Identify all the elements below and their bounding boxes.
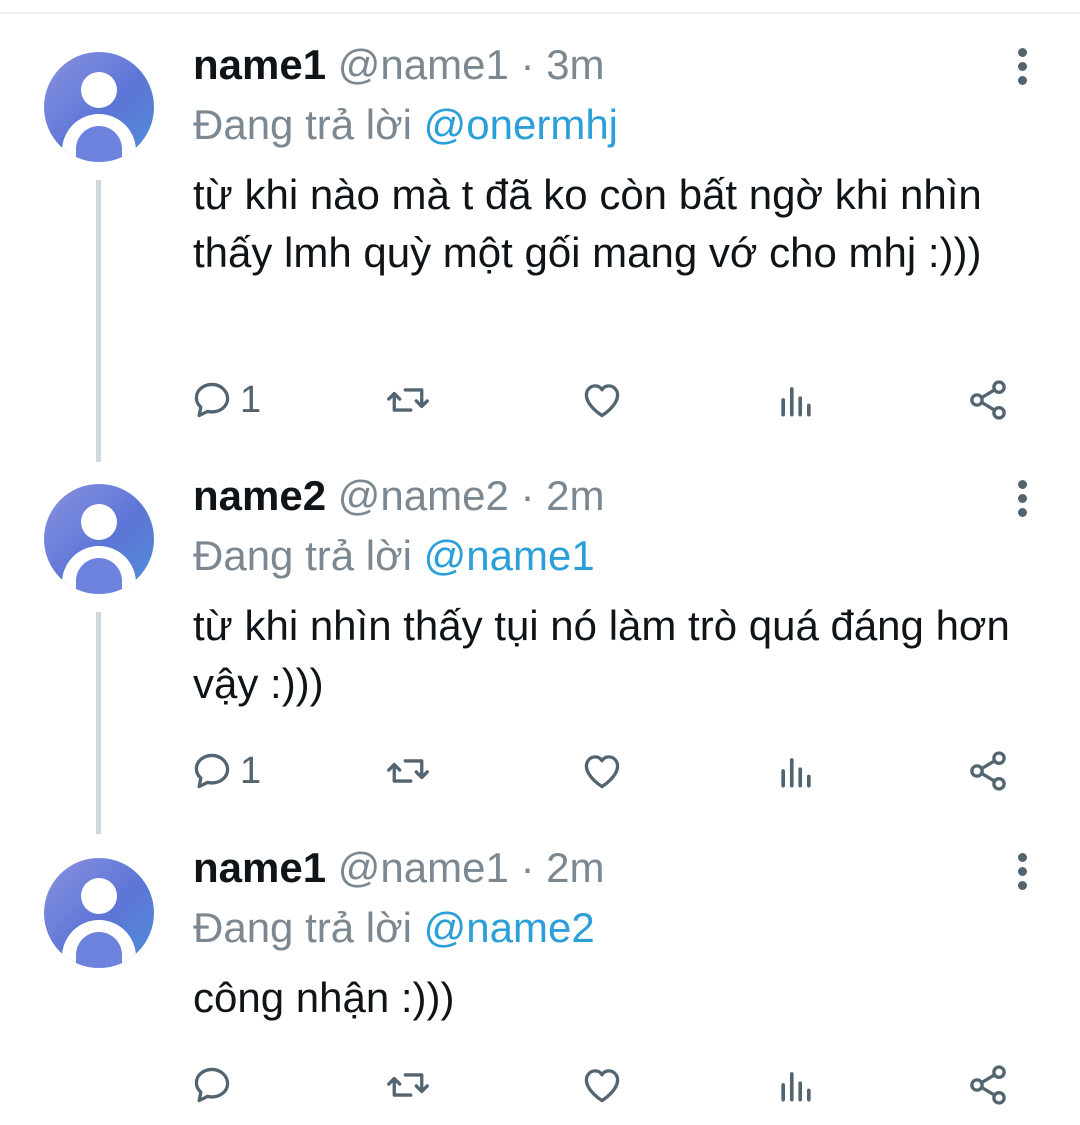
retweet-button[interactable]: [386, 375, 430, 425]
retweet-button[interactable]: [386, 746, 430, 796]
share-icon: [970, 751, 1006, 791]
display-name[interactable]: name2: [193, 472, 326, 519]
replying-to: Đang trả lời @onermhj: [193, 100, 1040, 150]
action-bar: [190, 1060, 1050, 1110]
retweet-icon: [387, 388, 429, 412]
avatar[interactable]: [44, 858, 154, 968]
action-bar: 1: [190, 375, 1050, 425]
reply-button[interactable]: [190, 1060, 240, 1110]
reply-icon: [194, 1067, 230, 1103]
reply-button[interactable]: 1: [190, 375, 261, 425]
like-button[interactable]: [580, 375, 624, 425]
thread-connector-line: [96, 180, 101, 462]
timestamp[interactable]: 2m: [546, 844, 604, 891]
display-name[interactable]: name1: [193, 844, 326, 891]
user-handle[interactable]: @name1: [338, 844, 509, 891]
like-button[interactable]: [580, 1060, 624, 1110]
like-button[interactable]: [580, 746, 624, 796]
views-icon: [781, 387, 811, 417]
display-name[interactable]: name1: [193, 41, 326, 88]
replying-to: Đang trả lời @name2: [193, 903, 1040, 953]
views-button[interactable]: [774, 375, 818, 425]
heart-icon: [584, 755, 620, 789]
reply-count: 1: [240, 749, 262, 792]
user-handle[interactable]: @name2: [338, 472, 509, 519]
views-icon: [781, 758, 811, 788]
avatar[interactable]: [44, 484, 154, 594]
tweet-text: công nhận :))): [193, 974, 455, 1021]
views-icon: [781, 1072, 811, 1102]
reply-to-handle[interactable]: @onermhj: [424, 101, 618, 148]
heart-icon: [584, 384, 620, 418]
reply-prefix: Đang trả lời: [193, 904, 412, 951]
reply-prefix: Đang trả lời: [193, 532, 412, 579]
views-button[interactable]: [774, 746, 818, 796]
reply-prefix: Đang trả lời: [193, 101, 412, 148]
tweet-header: name1 @name1 · 3m: [193, 40, 1040, 90]
reply-count: 1: [240, 378, 262, 421]
share-button[interactable]: [966, 1060, 1010, 1110]
tweet-header: name1 @name1 · 2m: [193, 843, 1040, 893]
share-icon: [970, 1065, 1006, 1105]
reply-icon: [194, 382, 230, 418]
reply-icon: [194, 753, 230, 789]
timestamp[interactable]: 2m: [546, 472, 604, 519]
share-button[interactable]: [966, 746, 1010, 796]
user-handle[interactable]: @name1: [338, 41, 509, 88]
timestamp[interactable]: 3m: [546, 41, 604, 88]
thread-connector-line: [96, 612, 101, 834]
action-bar: 1: [190, 746, 1050, 796]
tweet-header: name2 @name2 · 2m: [193, 471, 1040, 521]
replying-to: Đang trả lời @name1: [193, 531, 1040, 581]
share-icon: [970, 380, 1006, 420]
retweet-icon: [387, 759, 429, 783]
reply-to-handle[interactable]: @name2: [424, 904, 595, 951]
separator-dot: ·: [520, 472, 535, 519]
share-button[interactable]: [966, 375, 1010, 425]
views-button[interactable]: [774, 1060, 818, 1110]
reply-to-handle[interactable]: @name1: [424, 532, 595, 579]
retweet-button[interactable]: [386, 1060, 430, 1110]
reply-button[interactable]: 1: [190, 746, 261, 796]
tweet-text: từ khi nào mà t đã ko còn bất ngờ khi nh…: [193, 171, 982, 276]
heart-icon: [584, 1069, 620, 1103]
avatar[interactable]: [44, 52, 154, 162]
top-divider: [0, 0, 1080, 14]
retweet-icon: [387, 1073, 429, 1097]
separator-dot: ·: [520, 844, 535, 891]
separator-dot: ·: [520, 41, 535, 88]
tweet-text: từ khi nhìn thấy tụi nó làm trò quá đáng…: [193, 602, 1010, 707]
